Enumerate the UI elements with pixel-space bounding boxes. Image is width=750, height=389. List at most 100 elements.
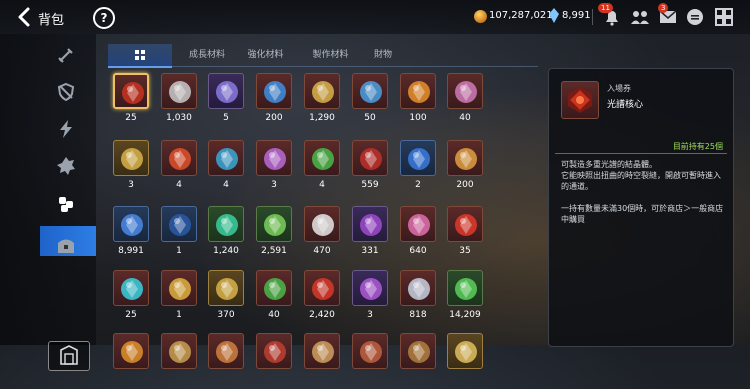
item-slot[interactable]: 1,240 <box>203 203 249 262</box>
item-slot[interactable] <box>299 330 345 389</box>
item-slot[interactable]: 5 <box>203 70 249 129</box>
item-slot[interactable]: 370 <box>203 267 249 326</box>
item-slot[interactable] <box>108 330 154 389</box>
nav-item-materials[interactable] <box>44 189 88 219</box>
lightning-icon <box>60 120 72 138</box>
item-tile <box>161 333 197 369</box>
item-slot[interactable]: 35 <box>442 203 488 262</box>
item-slot[interactable]: 4 <box>299 137 345 196</box>
item-tile <box>400 73 436 109</box>
item-slot[interactable]: 4 <box>203 137 249 196</box>
golden-bouquet-icon <box>455 148 477 170</box>
item-quantity: 40 <box>459 113 471 123</box>
nav-item-weapons[interactable] <box>44 40 88 70</box>
nav-item-armor[interactable] <box>44 77 88 107</box>
gem-icon <box>549 8 559 23</box>
item-slot[interactable]: 3 <box>251 137 297 196</box>
item-tile <box>256 140 292 176</box>
silver-medal-icon <box>169 81 191 103</box>
guild-icon[interactable] <box>629 6 651 28</box>
gold-amount: 107,287,021 <box>489 10 553 21</box>
tab-enhance-materials[interactable]: 強化材料 <box>228 44 303 66</box>
item-slot[interactable]: 25 <box>108 70 154 129</box>
item-slot[interactable]: 14,209 <box>442 267 488 326</box>
item-slot[interactable]: 25 <box>108 267 154 326</box>
item-slot[interactable] <box>203 330 249 389</box>
item-slot[interactable]: 100 <box>395 70 441 129</box>
item-slot[interactable] <box>156 330 202 389</box>
fire-petal-icon <box>169 148 191 170</box>
item-tile <box>304 140 340 176</box>
item-slot[interactable]: 559 <box>347 137 393 196</box>
item-slot[interactable]: 2 <box>395 137 441 196</box>
gold-star-icon <box>169 278 191 300</box>
menu-grid-icon[interactable] <box>713 6 735 28</box>
item-slot[interactable]: 2,420 <box>299 267 345 326</box>
page-title: 背包 <box>38 13 65 28</box>
item-slot[interactable]: 331 <box>347 203 393 262</box>
gold-card-icon <box>216 278 238 300</box>
item-quantity: 559 <box>361 180 379 190</box>
item-icon <box>360 341 382 363</box>
nav-item-chests[interactable] <box>44 231 88 261</box>
item-slot[interactable]: 2,591 <box>251 203 297 262</box>
item-slot[interactable]: 3 <box>108 137 154 196</box>
item-tile <box>208 333 244 369</box>
chat-icon[interactable] <box>684 6 706 28</box>
item-grid: 25 1,030 5 200 1,290 50 100 40 3 4 4 3 4 559 2 200 8,991… <box>108 70 538 369</box>
item-slot[interactable]: 1,030 <box>156 70 202 129</box>
item-quantity: 331 <box>361 246 379 256</box>
nav-item-skills[interactable] <box>44 114 88 144</box>
item-quantity: 2,420 <box>309 310 335 320</box>
item-tile <box>161 270 197 306</box>
item-quantity: 25 <box>125 113 137 123</box>
item-slot[interactable]: 818 <box>395 267 441 326</box>
item-quantity: 2 <box>415 180 421 190</box>
item-slot[interactable]: 40 <box>251 267 297 326</box>
storage-icon <box>60 345 78 365</box>
item-tile <box>447 140 483 176</box>
ticket-icon <box>121 148 143 170</box>
item-slot[interactable]: 1 <box>156 203 202 262</box>
help-button[interactable]: ? <box>93 7 115 29</box>
item-tile <box>352 333 388 369</box>
item-tile <box>352 73 388 109</box>
tab-valuables[interactable]: 財物 <box>348 44 418 66</box>
back-arrow-icon[interactable] <box>14 6 36 28</box>
blue-eye-emblem-icon <box>360 81 382 103</box>
storage-button[interactable] <box>48 341 90 371</box>
item-tile <box>208 140 244 176</box>
item-slot[interactable]: 1,290 <box>299 70 345 129</box>
item-quantity: 1,240 <box>213 246 239 256</box>
item-slot[interactable] <box>251 330 297 389</box>
item-slot[interactable] <box>442 330 488 389</box>
blue-gem-icon <box>121 214 143 236</box>
item-slot[interactable]: 1 <box>156 267 202 326</box>
item-tile <box>256 206 292 242</box>
item-slot[interactable]: 50 <box>347 70 393 129</box>
item-quantity: 200 <box>456 180 474 190</box>
item-slot[interactable]: 3 <box>347 267 393 326</box>
item-quantity: 200 <box>265 113 283 123</box>
item-tile <box>208 270 244 306</box>
item-slot[interactable]: 40 <box>442 70 488 129</box>
item-slot[interactable]: 640 <box>395 203 441 262</box>
item-slot[interactable]: 200 <box>251 70 297 129</box>
item-tile <box>256 73 292 109</box>
item-tile <box>161 73 197 109</box>
nav-item-emblems[interactable] <box>44 151 88 181</box>
item-tile <box>447 270 483 306</box>
tab-all[interactable] <box>108 44 172 68</box>
emblem-icon <box>57 157 75 175</box>
item-slot[interactable]: 8,991 <box>108 203 154 262</box>
item-quantity: 5 <box>223 113 229 123</box>
item-slot[interactable]: 470 <box>299 203 345 262</box>
item-icon <box>216 341 238 363</box>
item-slot[interactable]: 4 <box>156 137 202 196</box>
item-tile <box>400 140 436 176</box>
item-slot[interactable] <box>395 330 441 389</box>
item-quantity: 3 <box>367 310 373 320</box>
item-slot[interactable] <box>347 330 393 389</box>
item-slot[interactable]: 200 <box>442 137 488 196</box>
sword-icon <box>58 48 73 63</box>
